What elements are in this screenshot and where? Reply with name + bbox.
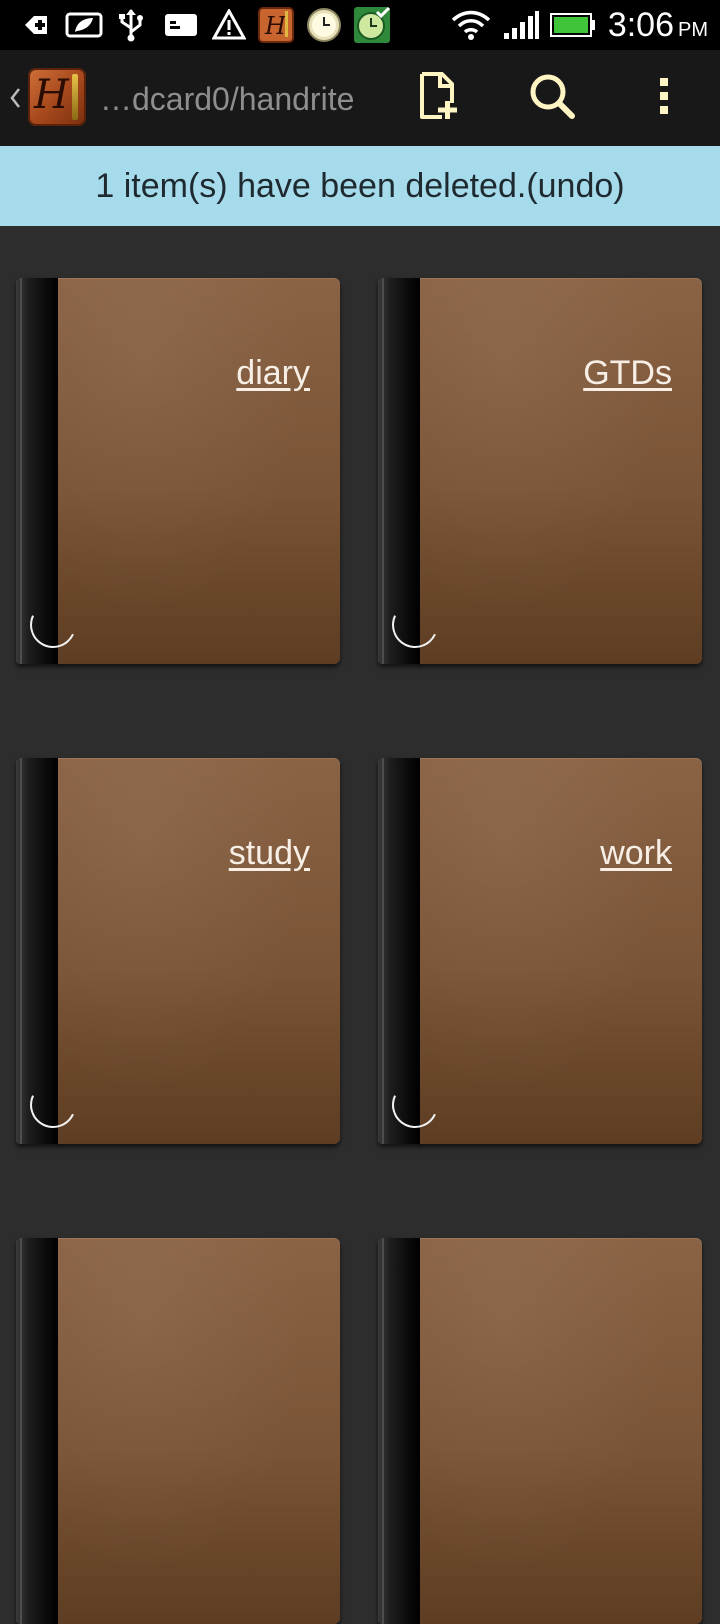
signal-icon	[502, 7, 540, 43]
notebook-label[interactable]: GTDs	[583, 354, 672, 393]
clock-icon	[305, 7, 343, 43]
notebook-spine	[378, 1238, 422, 1624]
overflow-menu-icon	[657, 76, 671, 121]
notebook-spine	[16, 1238, 60, 1624]
notebook-gtds[interactable]: GTDs	[378, 278, 702, 664]
new-document-icon	[418, 71, 462, 126]
notebook-label[interactable]: study	[229, 834, 310, 873]
warning-icon	[212, 7, 246, 43]
notebook-label[interactable]: work	[600, 834, 672, 873]
search-icon	[527, 71, 577, 126]
plus-icon	[20, 7, 52, 43]
notebook-cover	[420, 758, 702, 1144]
notebook-cover	[420, 278, 702, 664]
notebook-study[interactable]: study	[16, 758, 340, 1144]
notebook-label[interactable]: diary	[236, 354, 310, 393]
status-time: 3:06 PM	[607, 6, 708, 44]
status-bar: H 3:06 PM	[0, 0, 720, 50]
back-chevron-icon[interactable]	[8, 86, 24, 110]
battery-icon	[550, 7, 596, 43]
folder-path-title: …dcard0/handrite	[100, 81, 355, 117]
overflow-menu-button[interactable]	[634, 68, 694, 128]
clock-check-icon	[352, 6, 392, 43]
undo-delete-notice[interactable]: 1 item(s) have been deleted.(undo)	[0, 146, 720, 226]
notebook-cover	[58, 278, 340, 664]
notebook-cover	[58, 758, 340, 1144]
svg-text:H: H	[264, 12, 287, 40]
notebook-cover	[420, 1238, 702, 1624]
action-bar: H …dcard0/handrite	[0, 50, 720, 146]
notebook-partial[interactable]	[378, 1238, 702, 1624]
app-logo[interactable]: H	[28, 68, 86, 126]
message-icon	[162, 7, 200, 43]
usb-icon	[116, 7, 146, 43]
search-button[interactable]	[522, 68, 582, 128]
evernote-icon	[64, 7, 104, 43]
wifi-icon	[450, 7, 492, 43]
notebook-cover	[58, 1238, 340, 1624]
notebook-work[interactable]: work	[378, 758, 702, 1144]
notebook-partial[interactable]	[16, 1238, 340, 1624]
notebook-diary[interactable]: diary	[16, 278, 340, 664]
handrite-icon: H	[257, 7, 295, 43]
new-document-button[interactable]	[410, 68, 470, 128]
